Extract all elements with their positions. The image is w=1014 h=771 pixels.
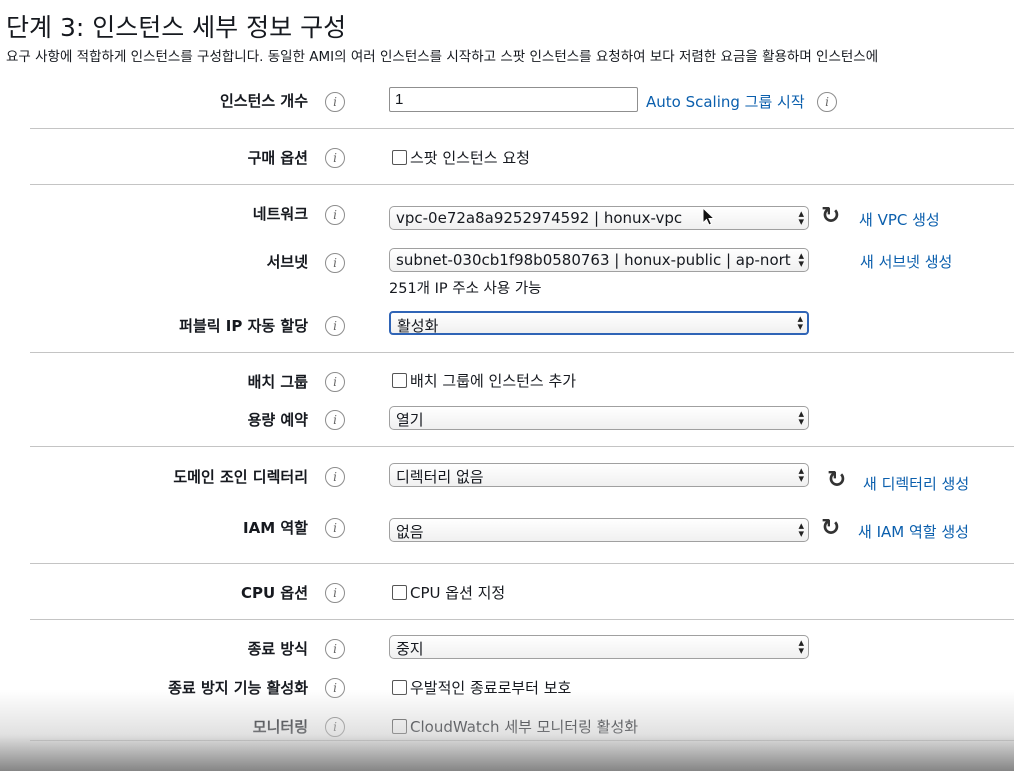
section-divider: [30, 619, 1014, 620]
info-icon[interactable]: i: [325, 678, 345, 698]
spot-instance-checkbox-label: 스팟 인스턴스 요청: [410, 149, 530, 167]
placement-group-label: 배치 그룹: [247, 373, 308, 391]
termination-protection-checkbox[interactable]: [392, 680, 407, 695]
up-down-arrows-icon: ▴ ▾: [798, 407, 804, 428]
shutdown-behavior-label: 종료 방식: [247, 640, 308, 658]
page-subtitle: 요구 사항에 적합하게 인스턴스를 구성합니다. 동일한 AMI의 여러 인스턴…: [6, 49, 879, 65]
mouse-pointer-icon: [702, 207, 716, 226]
placement-group-checkbox[interactable]: [392, 373, 407, 388]
domain-join-select-value: 디렉터리 없음: [396, 468, 484, 486]
available-ip-count: 251개 IP 주소 사용 가능: [389, 281, 542, 297]
info-icon[interactable]: i: [325, 253, 345, 273]
section-divider: [30, 184, 1014, 185]
monitoring-label: 모니터링: [252, 718, 308, 736]
info-icon[interactable]: i: [325, 410, 345, 430]
termination-protection-checkbox-label: 우발적인 종료로부터 보호: [410, 679, 572, 697]
refresh-icon[interactable]: ↻: [827, 469, 846, 492]
shutdown-behavior-select[interactable]: 중지 ▴ ▾: [389, 635, 809, 659]
section-divider: [30, 563, 1014, 564]
capacity-reservation-label: 용량 예약: [247, 411, 308, 429]
section-divider: [30, 740, 1014, 741]
monitoring-checkbox-label: CloudWatch 세부 모니터링 활성화: [410, 718, 639, 736]
subnet-select-value: subnet-030cb1f98b0580763 | honux-public …: [396, 251, 791, 269]
termination-protection-label: 종료 방지 기능 활성화: [168, 679, 308, 697]
public-ip-label: 퍼블릭 IP 자동 할당: [179, 317, 308, 335]
termination-protection-checkbox-row[interactable]: 우발적인 종료로부터 보호: [392, 677, 571, 698]
create-iam-role-link[interactable]: 새 IAM 역할 생성: [858, 521, 969, 542]
capacity-reservation-select-value: 열기: [396, 411, 424, 429]
refresh-icon[interactable]: ↻: [821, 517, 840, 540]
subnet-select[interactable]: subnet-030cb1f98b0580763 | honux-public …: [389, 248, 809, 272]
shutdown-behavior-select-value: 중지: [396, 640, 424, 658]
subnet-label: 서브넷: [266, 253, 308, 271]
info-icon[interactable]: i: [325, 148, 345, 168]
network-select-value: vpc-0e72a8a9252974592 | honux-vpc: [396, 209, 683, 227]
auto-scaling-link[interactable]: Auto Scaling 그룹 시작: [646, 91, 805, 112]
info-icon[interactable]: i: [325, 205, 345, 225]
section-divider: [30, 128, 1014, 129]
refresh-icon[interactable]: ↻: [821, 205, 840, 228]
cpu-options-checkbox-row[interactable]: CPU 옵션 지정: [392, 582, 505, 603]
instance-count-input[interactable]: [389, 87, 638, 112]
iam-role-label: IAM 역할: [243, 519, 308, 537]
public-ip-select[interactable]: 활성화 ▴ ▾: [389, 311, 809, 335]
placement-group-checkbox-row[interactable]: 배치 그룹에 인스턴스 추가: [392, 370, 576, 391]
up-down-arrows-icon: ▴ ▾: [798, 249, 804, 270]
create-subnet-link[interactable]: 새 서브넷 생성: [860, 251, 952, 272]
spot-instance-checkbox-row[interactable]: 스팟 인스턴스 요청: [392, 147, 530, 168]
info-icon[interactable]: i: [325, 372, 345, 392]
spot-instance-checkbox[interactable]: [392, 150, 407, 165]
instance-count-label: 인스턴스 개수: [219, 92, 308, 110]
placement-group-checkbox-label: 배치 그룹에 인스턴스 추가: [410, 372, 577, 390]
cpu-options-label: CPU 옵션: [240, 584, 308, 602]
cpu-options-checkbox-label: CPU 옵션 지정: [410, 584, 506, 602]
up-down-arrows-icon: ▴ ▾: [798, 207, 804, 228]
info-icon[interactable]: i: [817, 92, 837, 112]
info-icon[interactable]: i: [325, 467, 345, 487]
domain-join-label: 도메인 조인 디렉터리: [173, 468, 308, 486]
network-select[interactable]: vpc-0e72a8a9252974592 | honux-vpc ▴ ▾: [389, 206, 809, 230]
domain-join-select[interactable]: 디렉터리 없음 ▴ ▾: [389, 463, 809, 487]
monitoring-checkbox-row[interactable]: CloudWatch 세부 모니터링 활성화: [392, 716, 638, 737]
section-divider: [30, 446, 1014, 447]
capacity-reservation-select[interactable]: 열기 ▴ ▾: [389, 406, 809, 430]
info-icon[interactable]: i: [325, 717, 345, 737]
public-ip-select-value: 활성화: [397, 317, 439, 335]
up-down-arrows-icon: ▴ ▾: [798, 464, 804, 485]
up-down-arrows-icon: ▴ ▾: [798, 636, 804, 657]
purchase-option-label: 구매 옵션: [247, 149, 308, 167]
info-icon[interactable]: i: [325, 639, 345, 659]
iam-role-select[interactable]: 없음 ▴ ▾: [389, 518, 809, 542]
up-down-arrows-icon: ▴ ▾: [797, 312, 803, 333]
iam-role-select-value: 없음: [396, 523, 424, 541]
section-divider: [30, 352, 1014, 353]
monitoring-checkbox[interactable]: [392, 719, 407, 734]
network-label: 네트워크: [252, 205, 308, 223]
info-icon[interactable]: i: [325, 92, 345, 112]
info-icon[interactable]: i: [325, 316, 345, 336]
info-icon[interactable]: i: [325, 518, 345, 538]
info-icon[interactable]: i: [325, 583, 345, 603]
up-down-arrows-icon: ▴ ▾: [798, 519, 804, 540]
page-title: 단계 3: 인스턴스 세부 정보 구성: [6, 13, 347, 42]
create-directory-link[interactable]: 새 디렉터리 생성: [863, 473, 969, 494]
create-vpc-link[interactable]: 새 VPC 생성: [859, 209, 940, 230]
cpu-options-checkbox[interactable]: [392, 585, 407, 600]
